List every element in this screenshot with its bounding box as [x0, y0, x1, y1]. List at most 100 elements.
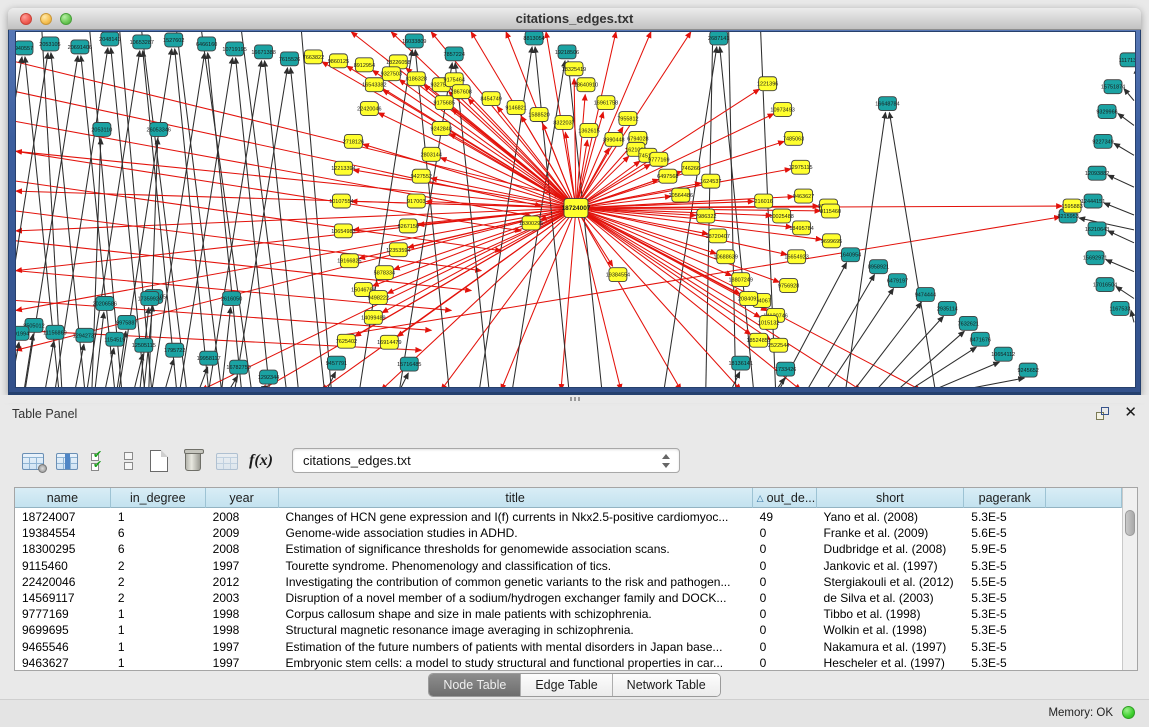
table-cell[interactable]: 9465546 [15, 639, 111, 655]
table-cell[interactable]: Investigating the contribution of common… [279, 574, 753, 590]
table-cell[interactable] [1046, 639, 1122, 655]
table-row[interactable]: 946362711997Embryonic stem cells: a mode… [15, 655, 1122, 670]
table-cell[interactable]: 9777169 [15, 606, 111, 622]
table-row[interactable]: 1938455462009Genome-wide association stu… [15, 525, 1122, 541]
table-cell[interactable]: 1 [111, 622, 206, 638]
table-cell[interactable]: 1 [111, 639, 206, 655]
table-cell[interactable]: 6 [111, 541, 206, 557]
table-cell[interactable]: Hescheler et al. (1997) [817, 655, 965, 670]
clear-selection-button[interactable] [114, 446, 144, 476]
table-cell[interactable]: 1997 [206, 655, 279, 670]
select-column-button[interactable] [52, 446, 82, 476]
table-cell[interactable]: 5.5E-5 [964, 574, 1046, 590]
table-cell[interactable]: 1 [111, 606, 206, 622]
table-cell[interactable]: 5.6E-5 [964, 525, 1046, 541]
table-cell[interactable]: 2 [111, 590, 206, 606]
splitter-grip-icon[interactable] [570, 397, 582, 401]
table-cell[interactable]: 0 [753, 655, 817, 670]
table-row[interactable]: 911546021997Tourette syndrome. Phenomeno… [15, 558, 1122, 574]
citation-network-graph[interactable]: 9405572053105206914062048141106532871527… [16, 32, 1135, 387]
table-cell[interactable]: Stergiakouli et al. (2012) [817, 574, 965, 590]
tab-network-table[interactable]: Network Table [613, 674, 720, 696]
table-cell[interactable]: 1998 [206, 606, 279, 622]
table-cell[interactable]: de Silva et al. (2003) [817, 590, 965, 606]
table-cell[interactable]: 5.3E-5 [964, 509, 1046, 525]
table-cell[interactable]: Jankovic et al. (1997) [817, 558, 965, 574]
table-cell[interactable]: 6 [111, 525, 206, 541]
table-cell[interactable]: Embryonic stem cells: a model to study s… [279, 655, 753, 670]
table-cell[interactable]: Estimation of the future numbers of pati… [279, 639, 753, 655]
table-cell[interactable]: 9699695 [15, 622, 111, 638]
float-window-icon[interactable] [1096, 407, 1109, 420]
table-row[interactable]: 946554611997Estimation of the future num… [15, 639, 1122, 655]
table-cell[interactable] [1046, 590, 1122, 606]
column-header[interactable]: short [817, 488, 965, 508]
column-header[interactable]: year [206, 488, 279, 508]
column-header[interactable]: in_degree [111, 488, 206, 508]
table-cell[interactable]: 1997 [206, 558, 279, 574]
table-cell[interactable]: Nakamura et al. (1997) [817, 639, 965, 655]
network-canvas[interactable]: 9405572053105206914062048141106532871527… [15, 31, 1136, 388]
table-settings-button[interactable] [18, 446, 48, 476]
delete-column-button[interactable] [178, 446, 208, 476]
column-header[interactable] [1046, 488, 1122, 508]
table-cell[interactable]: Corpus callosum shape and size in male p… [279, 606, 753, 622]
tab-node-table[interactable]: Node Table [429, 674, 521, 696]
table-cell[interactable]: 2009 [206, 525, 279, 541]
table-row[interactable]: 977716911998Corpus callosum shape and si… [15, 606, 1122, 622]
table-cell[interactable]: 5.3E-5 [964, 590, 1046, 606]
table-cell[interactable] [1046, 558, 1122, 574]
table-cell[interactable]: 1 [111, 509, 206, 525]
table-cell[interactable]: Disruption of a novel member of a sodium… [279, 590, 753, 606]
table-cell[interactable]: 1 [111, 655, 206, 670]
table-cell[interactable]: 0 [753, 525, 817, 541]
table-row[interactable]: 1456911722003Disruption of a novel membe… [15, 590, 1122, 606]
table-cell[interactable]: Changes of HCN gene expression and I(f) … [279, 509, 753, 525]
table-cell[interactable]: 2008 [206, 509, 279, 525]
table-cell[interactable]: 5.3E-5 [964, 639, 1046, 655]
table-cell[interactable]: 49 [753, 509, 817, 525]
table-cell[interactable]: 0 [753, 590, 817, 606]
table-cell[interactable] [1046, 525, 1122, 541]
table-cell[interactable] [1046, 606, 1122, 622]
table-cell[interactable]: 14569117 [15, 590, 111, 606]
close-panel-icon[interactable]: ✕ [1124, 404, 1137, 422]
table-cell[interactable]: Estimation of significance thresholds fo… [279, 541, 753, 557]
table-row[interactable]: 969969511998Structural magnetic resonanc… [15, 622, 1122, 638]
table-cell[interactable]: 2003 [206, 590, 279, 606]
table-cell[interactable]: 9463627 [15, 655, 111, 670]
table-cell[interactable]: Tourette syndrome. Phenomenology and cla… [279, 558, 753, 574]
table-cell[interactable]: Tibbo et al. (1998) [817, 606, 965, 622]
table-cell[interactable]: 2 [111, 574, 206, 590]
table-cell[interactable]: 0 [753, 639, 817, 655]
table-cell[interactable]: 19384554 [15, 525, 111, 541]
table-cell[interactable]: Franke et al. (2009) [817, 525, 965, 541]
table-select-dropdown[interactable]: citations_edges.txt [292, 448, 680, 473]
new-table-button[interactable] [144, 446, 174, 476]
table-cell[interactable]: 2012 [206, 574, 279, 590]
table-cell[interactable] [1046, 541, 1122, 557]
table-row[interactable]: 1830029562008Estimation of significance … [15, 541, 1122, 557]
column-header[interactable]: pagerank [964, 488, 1046, 508]
table-cell[interactable]: 0 [753, 541, 817, 557]
table-cell[interactable]: Yano et al. (2008) [817, 509, 965, 525]
table-cell[interactable]: 5.9E-5 [964, 541, 1046, 557]
window-titlebar[interactable]: citations_edges.txt [8, 8, 1141, 30]
table-cell[interactable]: 5.3E-5 [964, 558, 1046, 574]
table-cell[interactable]: 9115460 [15, 558, 111, 574]
table-cell[interactable]: Structural magnetic resonance image aver… [279, 622, 753, 638]
function-builder-button[interactable]: f(x) [246, 446, 276, 476]
table-cell[interactable]: Genome-wide association studies in ADHD. [279, 525, 753, 541]
table-cell[interactable]: 5.3E-5 [964, 606, 1046, 622]
table-cell[interactable]: Wolkin et al. (1998) [817, 622, 965, 638]
table-cell[interactable] [1046, 622, 1122, 638]
table-cell[interactable]: 2008 [206, 541, 279, 557]
table-cell[interactable]: 1997 [206, 639, 279, 655]
table-cell[interactable]: 5.3E-5 [964, 622, 1046, 638]
table-cell[interactable]: Dudbridge et al. (2008) [817, 541, 965, 557]
table-cell[interactable]: 18300295 [15, 541, 111, 557]
table-cell[interactable]: 0 [753, 558, 817, 574]
scrollbar-thumb[interactable] [1125, 510, 1135, 536]
column-header[interactable]: △out_de... [753, 488, 817, 508]
select-rows-button[interactable]: ✔ ✔ [86, 446, 116, 476]
